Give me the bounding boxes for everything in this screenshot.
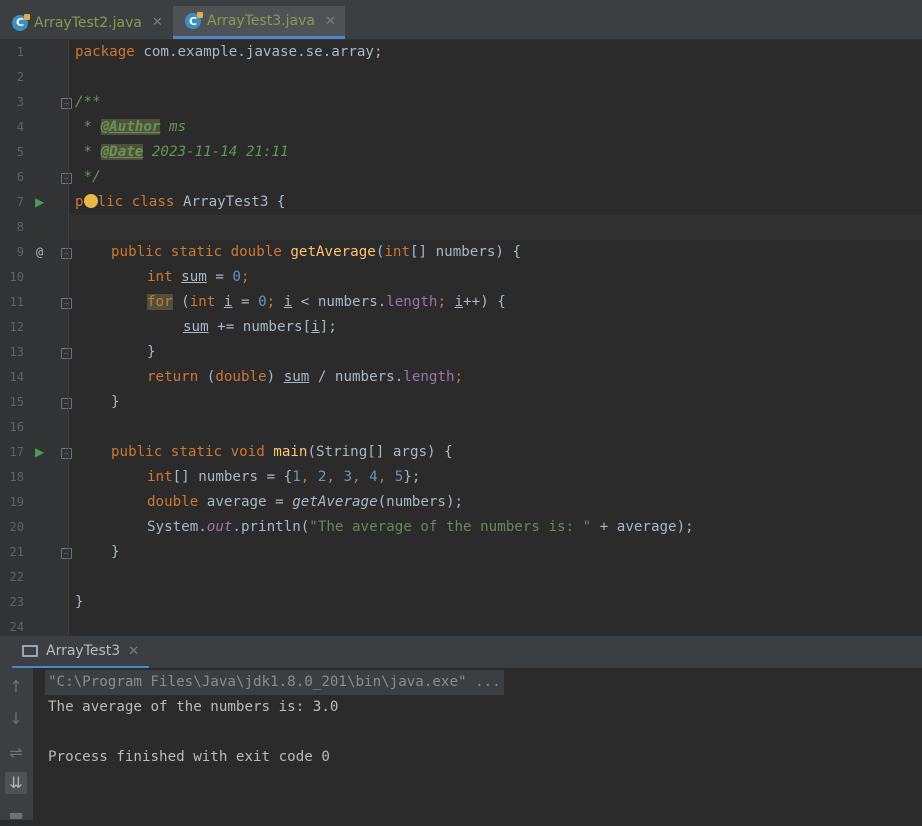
code-line-21: } — [111, 544, 120, 560]
line-number: 18 — [9, 470, 24, 484]
line-number: 19 — [9, 495, 24, 509]
fold-icon[interactable]: − — [61, 348, 72, 359]
close-icon[interactable]: ✕ — [325, 14, 336, 29]
code-line-10: int sum = 0; — [147, 269, 250, 285]
fold-icon[interactable]: − — [61, 173, 72, 184]
tab-arraytest3[interactable]: C ArrayTest3.java ✕ — [173, 6, 345, 39]
tab-arraytest2[interactable]: C ArrayTest2.java ✕ — [0, 6, 172, 39]
line-number: 1 — [16, 45, 24, 59]
console-output[interactable]: "C:\Program Files\Java\jdk1.8.0_201\bin\… — [33, 668, 922, 820]
java-class-icon: C — [12, 13, 30, 31]
line-number: 9 — [16, 245, 24, 259]
code-line-7: p lic class ArrayTest3 { — [75, 194, 286, 210]
fold-icon[interactable]: − — [61, 448, 72, 459]
line-number: 3 — [16, 95, 24, 109]
code-line-18: int[] numbers = {1, 2, 3, 4, 5}; — [147, 469, 421, 485]
line-number: 17 — [9, 445, 24, 459]
override-gutter-icon[interactable]: @ — [36, 240, 43, 265]
caret-row-highlight — [0, 215, 922, 240]
fold-icon[interactable]: − — [61, 398, 72, 409]
line-number: 4 — [16, 120, 24, 134]
tab-label: ArrayTest2.java — [34, 14, 142, 31]
gutter: 1 2 3 4 5 6 7 8 9 10 11 12 13 14 15 16 1… — [0, 40, 72, 635]
line-number: 11 — [9, 295, 24, 309]
down-arrow-icon[interactable]: ↓ — [5, 708, 27, 730]
print-icon[interactable]: ▬ — [5, 804, 27, 826]
fold-icon[interactable]: − — [61, 298, 72, 309]
fold-icon[interactable]: − — [61, 248, 72, 259]
console-output-line: The average of the numbers is: 3.0 — [48, 699, 339, 715]
code-line-11: for (int i = 0; i < numbers.length; i++)… — [147, 294, 506, 310]
run-gutter-icon[interactable]: ▶ — [35, 440, 44, 465]
code-line-12: sum += numbers[i]; — [183, 319, 337, 335]
line-number: 14 — [9, 370, 24, 384]
code-line-23: } — [75, 594, 84, 610]
line-number: 10 — [9, 270, 24, 284]
line-number: 12 — [9, 320, 24, 334]
close-icon[interactable]: ✕ — [128, 644, 139, 659]
scroll-to-end-icon[interactable]: ⇊ — [5, 772, 27, 794]
line-number: 24 — [9, 620, 24, 634]
line-number: 8 — [16, 220, 24, 234]
javadoc-tag: @Date — [100, 144, 144, 160]
code-line-9: public static double getAverage(int[] nu… — [111, 244, 522, 260]
console-toolbar: ↑ ↓ ⇌ ⇊ ▬ — [0, 668, 33, 824]
line-number: 15 — [9, 395, 24, 409]
line-number: 5 — [16, 145, 24, 159]
code-line-3: /** — [75, 94, 101, 110]
console-exit-line: Process finished with exit code 0 — [48, 749, 330, 765]
run-tab-label: ArrayTest3 — [46, 643, 121, 659]
code-line-20: System.out.println("The average of the n… — [147, 519, 694, 535]
tab-label: ArrayTest3.java — [207, 13, 315, 29]
code-line-1: package com.example.javase.se.array; — [75, 44, 383, 60]
line-number: 20 — [9, 520, 24, 534]
line-number: 13 — [9, 345, 24, 359]
line-number: 6 — [16, 170, 24, 184]
code-line-17: public static void main(String[] args) { — [111, 444, 453, 460]
close-icon[interactable]: ✕ — [152, 15, 163, 30]
line-number: 23 — [9, 595, 24, 609]
gutter-divider — [68, 40, 69, 635]
code-editor[interactable]: 1 2 3 4 5 6 7 8 9 10 11 12 13 14 15 16 1… — [0, 40, 922, 635]
tab-run-arraytest3[interactable]: ArrayTest3 ✕ — [12, 636, 150, 669]
line-number: 7 — [16, 195, 24, 209]
fold-icon[interactable]: − — [61, 548, 72, 559]
line-number: 16 — [9, 420, 24, 434]
code-line-13: } — [147, 344, 156, 360]
intention-bulb-icon[interactable] — [83, 194, 98, 208]
fold-icon[interactable]: − — [61, 98, 72, 109]
console-icon — [22, 645, 38, 657]
code-line-15: } — [111, 394, 120, 410]
up-arrow-icon[interactable]: ↑ — [5, 676, 27, 698]
soft-wrap-icon[interactable]: ⇌ — [5, 742, 27, 764]
code-line-19: double average = getAverage(numbers); — [147, 494, 464, 510]
run-gutter-icon[interactable]: ▶ — [35, 190, 44, 215]
code-line-14: return (double) sum / numbers.length; — [147, 369, 464, 385]
code-line-4: * @Author ms — [75, 119, 187, 135]
line-number: 2 — [16, 70, 24, 84]
java-class-icon: C — [185, 12, 203, 29]
code-line-6: */ — [75, 169, 101, 185]
javadoc-tag: @Author — [100, 119, 161, 135]
editor-tab-bar: C ArrayTest2.java ✕ C ArrayTest3.java ✕ — [0, 0, 922, 40]
line-number: 21 — [9, 545, 24, 559]
line-number: 22 — [9, 570, 24, 584]
run-tool-window-header: ArrayTest3 ✕ — [0, 635, 922, 669]
console-command-line: "C:\Program Files\Java\jdk1.8.0_201\bin\… — [45, 670, 504, 695]
code-line-5: * @Date 2023-11-14 21:11 — [75, 144, 289, 160]
